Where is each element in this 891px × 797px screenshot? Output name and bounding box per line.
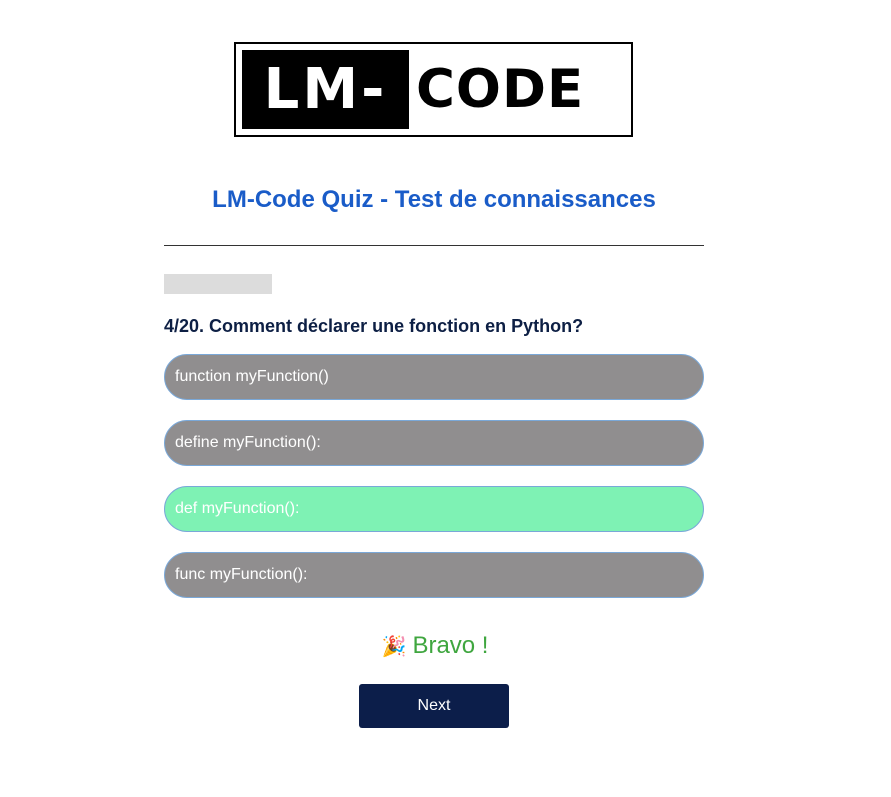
answer-option-3-correct[interactable]: def myFunction():: [164, 486, 704, 532]
feedback-message: 🎉 Bravo !: [0, 630, 870, 663]
party-popper-icon: 🎉: [381, 636, 407, 658]
divider: [164, 245, 704, 246]
progress-bar: [164, 274, 272, 294]
answer-option-4[interactable]: func myFunction():: [164, 552, 704, 598]
feedback-text: Bravo !: [412, 632, 489, 659]
progress-bar-fill: [164, 274, 186, 294]
logo-right-text: CODE: [416, 59, 585, 120]
next-button[interactable]: Next: [359, 684, 509, 728]
question-text: 4/20. Comment déclarer une fonction en P…: [164, 316, 584, 336]
answer-option-2[interactable]: define myFunction():: [164, 420, 704, 466]
answer-option-1[interactable]: function myFunction(): [164, 354, 704, 400]
quiz-page: LM- CODE LM-Code Quiz - Test de connaiss…: [0, 0, 891, 797]
page-title: LM-Code Quiz - Test de connaissances: [212, 186, 656, 213]
lm-code-logo: LM- CODE: [234, 42, 633, 137]
logo-left-block: LM-: [242, 50, 409, 129]
